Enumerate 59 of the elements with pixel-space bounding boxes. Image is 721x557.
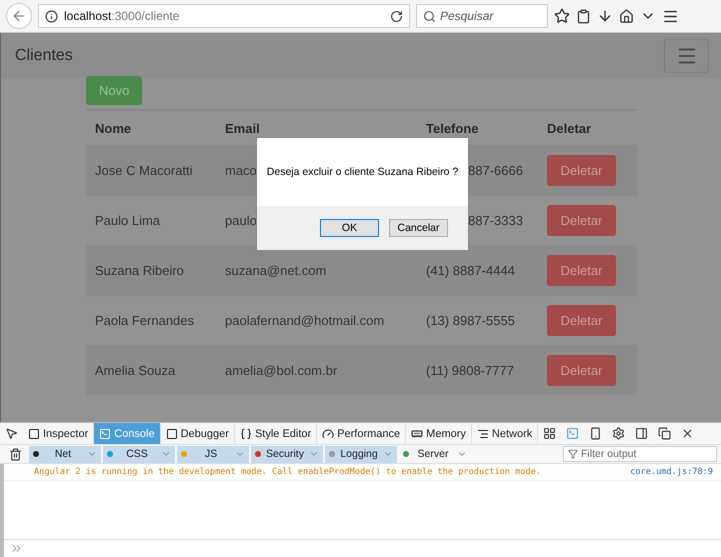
search-field[interactable]: Pesquisar <box>416 4 548 28</box>
tab-icon <box>322 428 334 440</box>
filter-button[interactable]: Net <box>29 446 101 462</box>
devtools-tab[interactable]: Debugger <box>160 423 235 444</box>
tab-icon <box>28 428 40 440</box>
column-header: Deletar <box>547 120 592 136</box>
table-cell: paulo <box>225 213 257 228</box>
home-icon[interactable] <box>619 8 634 24</box>
source-link[interactable]: core.umd.js:78:9 <box>630 467 713 477</box>
brand-title[interactable]: Clientes <box>15 46 73 64</box>
table-cell: paolafernand@hotmail.com <box>225 313 384 328</box>
column-header: Telefone <box>426 120 480 136</box>
dialog-message: Deseja excluir o cliente Suzana Ribeiro ? <box>266 166 458 178</box>
table-cell: Amelia Souza <box>95 363 176 378</box>
column-header: Email <box>225 120 261 136</box>
tab-icon <box>476 428 489 440</box>
clipboard-icon[interactable] <box>576 8 591 24</box>
info-icon <box>45 10 58 22</box>
reload-icon[interactable] <box>390 10 403 22</box>
filter-icon <box>568 449 578 459</box>
table-cell: 887-6666 <box>468 163 523 178</box>
devtools-tab[interactable]: Network <box>472 423 538 444</box>
table-cell: Paola Fernandes <box>95 313 194 328</box>
devtools-tab[interactable]: Performance <box>317 423 406 444</box>
table-cell: (13) 8987-5555 <box>426 313 515 328</box>
search-icon <box>423 10 436 22</box>
address-bar[interactable]: localhost:3000/cliente <box>38 4 410 28</box>
table-cell: Paulo Lima <box>95 213 160 228</box>
tab-icon <box>240 428 252 440</box>
filter-button[interactable]: JS <box>177 446 249 462</box>
filter-placeholder: Filter output <box>581 448 636 460</box>
table-cell: Suzana Ribeiro <box>95 263 184 278</box>
menu-toggle[interactable] <box>664 38 709 72</box>
table-cell: (11) 9808-7777 <box>426 363 514 378</box>
table-cell: (41) 8887-4444 <box>426 263 515 278</box>
ok-button[interactable]: OK <box>320 219 379 237</box>
tab-icon <box>166 428 178 440</box>
tab-icon <box>411 428 424 440</box>
table-cell: suzana@net.com <box>225 263 326 278</box>
column-header: Nome <box>95 120 132 136</box>
back-button[interactable] <box>6 3 32 29</box>
table-cell: 887-3333 <box>468 213 523 228</box>
devtools-tab[interactable]: Style Editor <box>234 423 318 444</box>
filter-button[interactable]: Logging <box>325 446 397 462</box>
filter-field[interactable]: Filter output <box>563 446 717 462</box>
prompt-icon <box>10 542 23 555</box>
table-cell: amelia@bol.com.br <box>225 363 338 378</box>
filter-button[interactable]: Security <box>251 446 323 462</box>
filter-button[interactable]: CSS <box>103 446 175 462</box>
tab-icon <box>99 428 112 440</box>
download-icon[interactable] <box>597 8 613 24</box>
devtools-tab[interactable]: Memory <box>406 423 472 444</box>
table-cell: maco <box>225 163 257 178</box>
filter-button[interactable]: Server <box>399 446 471 462</box>
cancel-button[interactable]: Cancelar <box>389 219 448 237</box>
search-placeholder: Pesquisar <box>440 9 494 23</box>
star-icon[interactable] <box>554 8 570 24</box>
console-message: Angular 2 is running in the development mode. Call enableProdMode() to enable the production mode. <box>34 467 542 477</box>
table-cell: Jose C Macoratti <box>95 163 193 178</box>
